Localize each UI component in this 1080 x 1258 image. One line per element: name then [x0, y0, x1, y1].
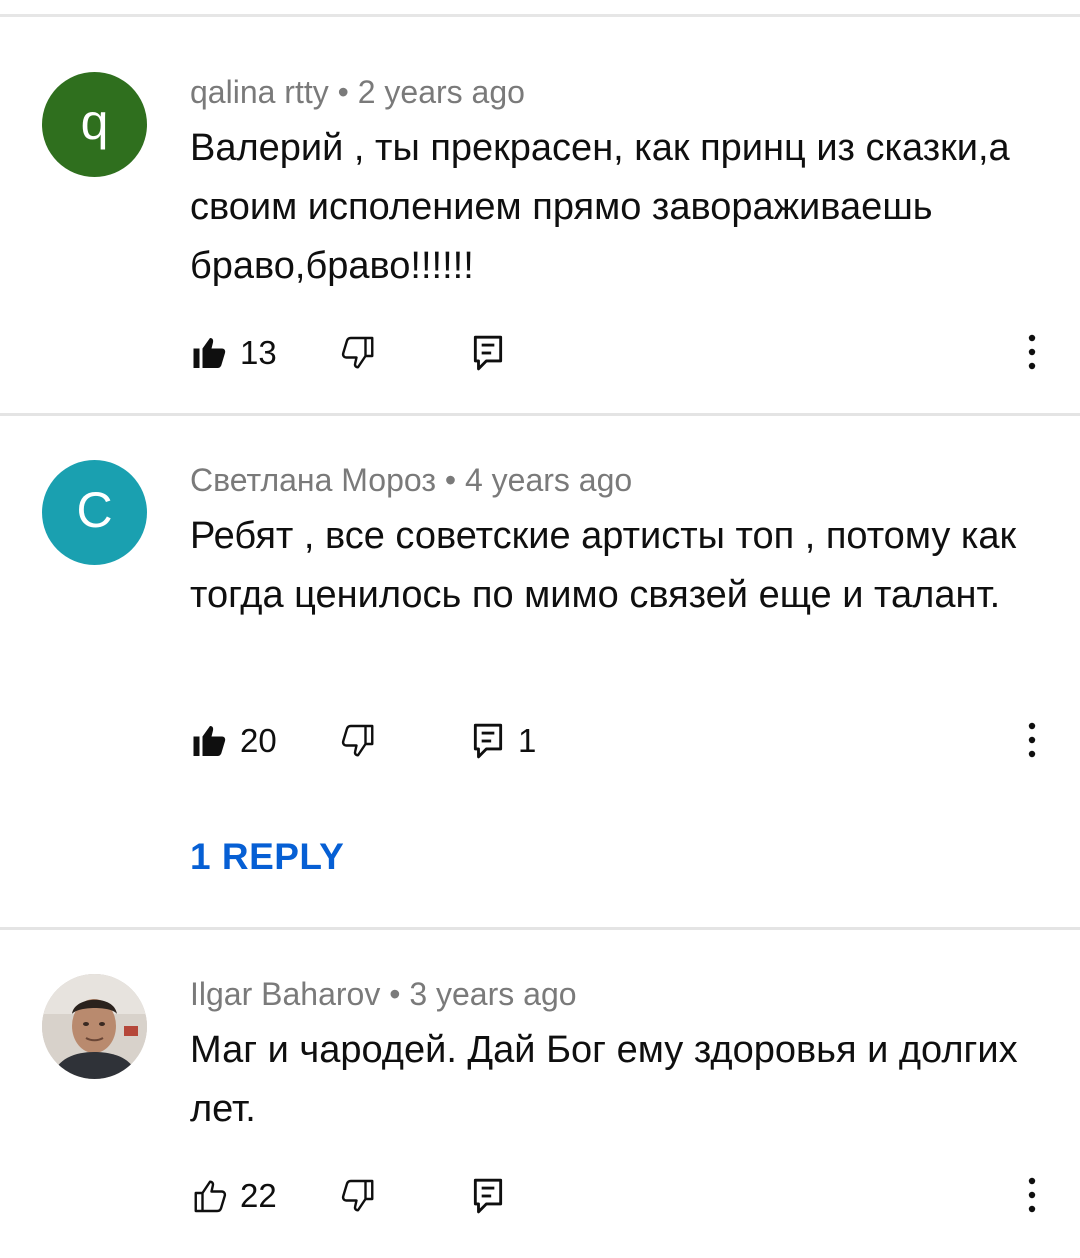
reply-button[interactable] — [472, 331, 516, 375]
author-name[interactable]: Ilgar Baharov — [190, 976, 380, 1012]
avatar-letter: С — [76, 482, 113, 538]
comment-text: Валерий , ты прекрасен, как принц из ска… — [190, 127, 1010, 287]
reply-button[interactable]: 1 — [472, 719, 536, 763]
dislike-button[interactable] — [340, 1174, 376, 1218]
comment-meta: Ilgar Baharov • 3 years ago — [190, 976, 577, 1013]
comment-meta: Светлана Мороз • 4 years ago — [190, 462, 632, 499]
comment-divider — [0, 927, 1080, 930]
comment-icon — [473, 1178, 503, 1214]
more-vert-icon — [1028, 334, 1036, 370]
comment-time: 3 years ago — [409, 976, 577, 1012]
more-vert-icon — [1028, 722, 1036, 758]
like-count: 13 — [240, 334, 277, 371]
reply-count: 1 — [518, 722, 537, 759]
comment-text: Ребят , все советские артисты топ , пото… — [190, 515, 1017, 616]
author-name[interactable]: Светлана Мороз — [190, 462, 436, 498]
comment-time: 4 years ago — [464, 462, 633, 498]
thumbs-up-icon — [194, 1180, 227, 1213]
like-button[interactable]: 20 — [192, 719, 277, 763]
comment-icon — [473, 723, 503, 759]
comment-text: Маг и чародей. Дай Бог ему здоровья и до… — [190, 1029, 1018, 1130]
more-options-button[interactable] — [1018, 718, 1046, 762]
more-options-button[interactable] — [1018, 1173, 1046, 1217]
like-count: 20 — [240, 722, 277, 759]
meta-separator: • — [389, 976, 401, 1012]
dislike-button[interactable] — [340, 719, 376, 763]
comment-divider — [0, 413, 1080, 416]
more-options-button[interactable] — [1018, 330, 1046, 374]
avatar-letter: q — [80, 94, 109, 150]
avatar[interactable]: С — [42, 460, 147, 565]
thumbs-down-icon — [341, 724, 374, 757]
profile-photo — [42, 974, 147, 1079]
thumbs-down-icon — [341, 336, 374, 369]
thumbs-up-filled-icon — [193, 338, 226, 368]
reply-button[interactable] — [472, 1174, 516, 1218]
meta-separator: • — [444, 462, 457, 498]
comment-time: 2 years ago — [357, 74, 525, 110]
view-replies-link[interactable]: 1 REPLY — [190, 836, 344, 878]
avatar[interactable]: q — [42, 72, 147, 177]
avatar[interactable] — [42, 974, 147, 1079]
top-divider — [0, 14, 1080, 17]
like-button[interactable]: 13 — [192, 331, 277, 375]
thumbs-down-icon — [341, 1179, 374, 1212]
more-vert-icon — [1028, 1177, 1036, 1213]
like-count: 22 — [240, 1177, 277, 1214]
thumbs-up-filled-icon — [193, 726, 226, 756]
comment-meta: qalina rtty • 2 years ago — [190, 74, 525, 111]
like-button[interactable]: 22 — [192, 1174, 277, 1218]
author-name[interactable]: qalina rtty — [190, 74, 329, 110]
meta-separator: • — [337, 74, 349, 110]
comment-icon — [473, 335, 503, 371]
dislike-button[interactable] — [340, 331, 376, 375]
